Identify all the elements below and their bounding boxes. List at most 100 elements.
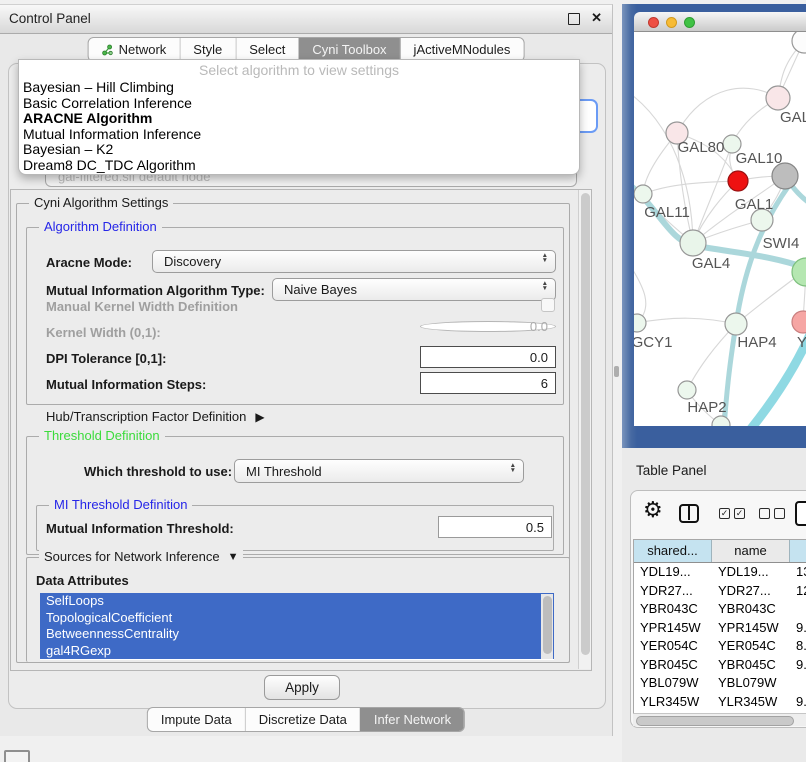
apply-button[interactable]: Apply [264,675,340,700]
mi-algorithm-type-combo[interactable]: Naive Bayes ▲▼ [272,278,556,301]
tab-network[interactable]: Network [89,38,180,61]
algorithm-option[interactable]: Mutual Information Inference [19,127,579,143]
node-label: HAP2 [687,399,726,416]
table-scrollbar-thumb[interactable] [636,716,794,726]
float-window-icon[interactable] [568,13,580,25]
table-panel-region: Table Panel ⚙ ✓✓ shared... name YDL19... [622,448,806,762]
network-tab-icon [102,44,114,56]
dpi-tolerance-field[interactable]: 0.0 [420,346,556,368]
node-label: SWI4 [763,235,800,252]
algorithm-option[interactable]: Bayesian – Hill Climbing [19,80,579,96]
table-row[interactable]: YBL079W YBL079W [634,674,806,693]
table-row[interactable]: YDR27... YDR27... 12 [634,582,806,601]
algorithm-option[interactable]: Bayesian – K2 [19,142,579,158]
control-panel-title: Control Panel [9,11,91,26]
which-threshold-combo[interactable]: MI Threshold ▲▼ [234,459,524,483]
columns-icon[interactable] [679,504,699,523]
sources-legend-toggle[interactable]: Sources for Network Inference ▼ [39,549,243,564]
node-hap2[interactable] [678,381,696,399]
list-item[interactable]: SelfLoops [40,593,554,610]
algorithm-dropdown-placeholder: Select algorithm to view settings [19,60,579,80]
tab-discretize-data[interactable]: Discretize Data [245,708,360,731]
list-item[interactable]: TopologicalCoefficient [40,610,554,627]
attributes-scrollbar[interactable] [541,594,553,659]
table-row[interactable]: YBR043C YBR043C [634,600,806,619]
checked-pair-icon[interactable]: ✓✓ [719,508,745,519]
node-gcy1[interactable] [634,314,646,332]
hub-tf-definition-toggle[interactable]: Hub/Transcription Factor Definition ▶ [46,409,265,424]
bottom-tabstrip: Impute Data Discretize Data Infer Networ… [147,707,465,732]
network-window-titlebar[interactable] [634,12,806,32]
unchecked-pair-icon[interactable] [759,508,785,519]
data-attributes-list: SelfLoops TopologicalCoefficient Between… [40,593,554,660]
chevron-updown-icon: ▲▼ [510,463,516,473]
aracne-mode-combo[interactable]: Discovery ▲▼ [152,250,556,273]
algorithm-option-selected[interactable]: ARACNE Algorithm [19,111,579,127]
screen: Control Panel ✕ Network Style Select Cyn… [0,0,806,762]
network-view-window: GAL GAL80 GAL10 GAL1 GAL11 SWI4 GAL4 GCY… [622,4,806,448]
traffic-minimize-icon[interactable] [666,17,677,28]
manual-kernel-checkbox[interactable] [541,298,555,312]
close-icon[interactable]: ✕ [591,10,602,26]
mi-steps-field[interactable]: 6 [420,372,556,394]
node-hap4[interactable] [725,313,747,335]
tab-select[interactable]: Select [235,38,298,61]
traffic-zoom-icon[interactable] [684,17,695,28]
table-row[interactable]: YBR045C YBR045C 9. [634,656,806,675]
table-panel-title: Table Panel [636,463,707,478]
corner-grip-icon[interactable] [4,750,30,762]
algorithm-option[interactable]: Basic Correlation Inference [19,96,579,112]
table-horizontal-scrollbar[interactable] [633,713,806,726]
node-label: GAL1 [735,196,773,213]
table-body: YDL19... YDL19... 13 YDR27... YDR27... 1… [634,563,806,715]
table-row[interactable]: YDL19... YDL19... 13 [634,563,806,582]
aracne-mode-label: Aracne Mode: [46,254,132,272]
gear-icon[interactable]: ⚙ [643,497,663,523]
algorithm-option[interactable]: Dream8 DC_TDC Algorithm [19,158,579,174]
manual-kernel-label: Manual Kernel Width Definition [46,298,238,316]
panel-divider-handle[interactable] [614,366,619,377]
algorithm-definition-legend: Algorithm Definition [39,219,162,234]
mi-threshold-label: Mutual Information Threshold: [46,520,234,538]
node-label: Y [797,334,806,351]
column-header-name[interactable]: name [712,540,790,562]
node-red-highlighted[interactable] [728,171,748,191]
node-gal[interactable] [766,86,790,110]
document-icon-partial[interactable] [795,501,806,526]
kernel-width-label: Kernel Width (0,1): [46,324,161,342]
threshold-definition-legend: Threshold Definition [39,428,165,443]
node-gal11[interactable] [634,185,652,203]
control-panel-window: Control Panel ✕ Network Style Select Cyn… [0,4,613,736]
collapsed-arrow-icon: ▶ [255,410,264,424]
tab-impute-data[interactable]: Impute Data [148,708,245,731]
settings-scrollbar-thumb[interactable] [581,193,590,655]
table-row[interactable]: YER054C YER054C 8. [634,637,806,656]
table-row[interactable]: YPR145W YPR145W 9. [634,619,806,638]
column-header-shared-name[interactable]: shared... [634,540,712,562]
mi-threshold-field[interactable]: 0.5 [438,516,552,538]
network-canvas[interactable]: GAL GAL80 GAL10 GAL1 GAL11 SWI4 GAL4 GCY… [634,32,806,426]
node-gal4[interactable] [680,230,706,256]
settings-scrollbar[interactable] [578,190,591,669]
cyni-algorithm-settings-legend: Cyni Algorithm Settings [29,195,173,210]
table-row[interactable]: YLR345W YLR345W 9. [634,693,806,712]
mi-steps-label: Mutual Information Steps: [46,376,206,394]
column-header-clipped[interactable] [790,540,806,562]
kernel-width-field[interactable]: 0.0 [420,321,556,332]
expanded-arrow-icon: ▼ [228,551,239,563]
node-label: HAP4 [737,334,776,351]
list-item[interactable]: BetweennessCentrality [40,626,554,643]
dpi-tolerance-label: DPI Tolerance [0,1]: [46,350,166,368]
node-label: GAL [780,109,806,126]
algorithm-dropdown-list: Select algorithm to view settings Bayesi… [18,59,580,175]
node-label: GAL4 [692,255,730,272]
tab-infer-network[interactable]: Infer Network [360,708,464,731]
traffic-close-icon[interactable] [648,17,659,28]
list-item[interactable]: gal4RGexp [40,643,554,660]
node-y[interactable] [792,311,806,333]
tab-jactivemnodules[interactable]: jActiveMNodules [400,38,524,61]
network-nodes [634,32,806,426]
node-unlabeled-top[interactable] [792,32,806,53]
tab-cyni-toolbox[interactable]: Cyni Toolbox [298,38,399,61]
tab-style[interactable]: Style [179,38,235,61]
